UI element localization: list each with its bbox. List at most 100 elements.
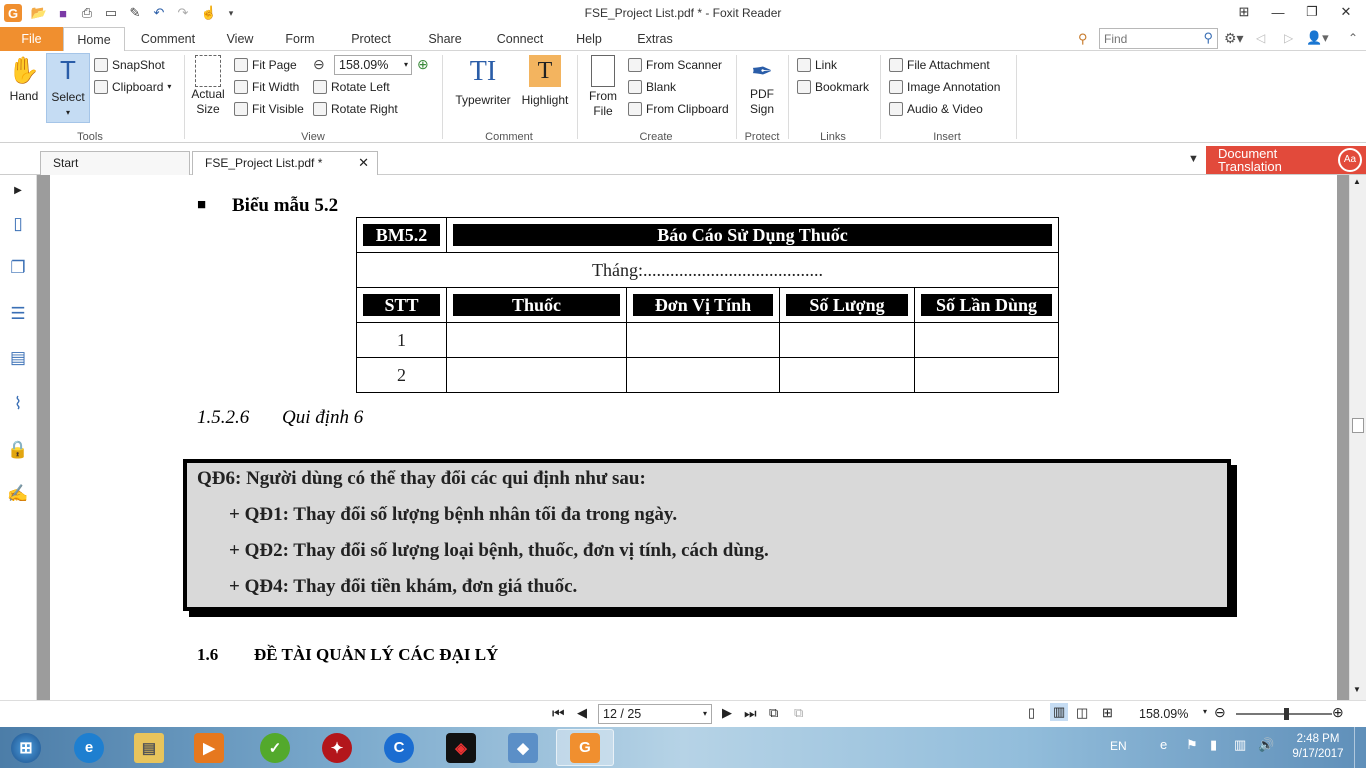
select-cursor-icon: T <box>60 55 76 85</box>
hand-icon: ✋ <box>7 55 41 85</box>
close-button[interactable]: ✕ <box>1334 2 1358 22</box>
tray-app-icon[interactable]: e <box>1160 737 1167 752</box>
tab-share[interactable]: Share <box>418 27 472 51</box>
tray-flag-icon[interactable]: ⚑ <box>1186 737 1198 753</box>
taskbar-internet-explorer[interactable]: e <box>60 729 118 766</box>
comments-panel-icon[interactable]: ▤ <box>7 347 29 369</box>
zoom-menu-icon[interactable]: ▾ <box>1203 707 1207 716</box>
taskbar-app-2[interactable]: ✦ <box>308 729 366 766</box>
scroll-down-icon[interactable]: ▼ <box>1353 685 1361 694</box>
vertical-scrollbar[interactable]: ▲ ▼ <box>1349 175 1366 700</box>
rotate-left-button[interactable]: Rotate Left <box>313 77 390 97</box>
search-options-icon[interactable]: ⚲ <box>1078 31 1088 47</box>
tab-help[interactable]: Help <box>566 27 612 51</box>
collapse-ribbon-icon[interactable]: ⌃ <box>1348 31 1358 45</box>
pdf-sign-button[interactable]: ✒ PDF Sign <box>742 55 782 117</box>
previous-page-icon[interactable]: ◀ <box>577 705 587 721</box>
from-scanner-button[interactable]: From Scanner <box>628 55 722 75</box>
signatures-panel-icon[interactable]: ✍ <box>7 483 29 505</box>
tab-start[interactable]: Start <box>40 151 190 175</box>
tab-view[interactable]: View <box>216 27 264 51</box>
tab-extras[interactable]: Extras <box>626 27 684 51</box>
hand-button[interactable]: ✋ Hand <box>4 55 44 104</box>
next-view-icon[interactable]: ⧉ <box>794 705 803 721</box>
single-page-icon[interactable]: ▯ <box>1028 705 1035 721</box>
bookmarks-panel-icon[interactable]: ▯ <box>7 213 29 235</box>
settings-gear-icon[interactable]: ⚙▾ <box>1224 30 1244 47</box>
minimize-button[interactable]: — <box>1266 2 1290 22</box>
tab-current-document[interactable]: FSE_Project List.pdf * ✕ <box>192 151 378 175</box>
tab-comment[interactable]: Comment <box>132 27 204 51</box>
tab-list-dropdown-icon[interactable]: ▼ <box>1188 153 1199 165</box>
scroll-up-icon[interactable]: ▲ <box>1353 177 1361 186</box>
language-indicator[interactable]: EN <box>1110 739 1127 753</box>
zoom-in-small-icon[interactable]: ⊕ <box>1332 704 1344 721</box>
zoom-out-icon[interactable]: ⊖ <box>313 56 325 73</box>
select-button[interactable]: T Select ▾ <box>46 53 90 123</box>
tab-file[interactable]: File <box>0 27 63 51</box>
find-input[interactable] <box>1100 29 1196 48</box>
restore-layout-icon[interactable]: ⊞ <box>1232 2 1256 22</box>
pages-panel-icon[interactable]: ❐ <box>7 257 29 279</box>
clipboard-button[interactable]: Clipboard ▾ <box>94 77 171 97</box>
close-tab-icon[interactable]: ✕ <box>358 152 369 174</box>
layers-panel-icon[interactable]: ☰ <box>7 303 29 325</box>
attachments-panel-icon[interactable]: ⌇ <box>7 393 29 415</box>
fit-page-button[interactable]: Fit Page <box>234 55 297 75</box>
tab-home[interactable]: Home <box>63 27 125 52</box>
file-attachment-button[interactable]: File Attachment <box>889 55 990 75</box>
zoom-out-small-icon[interactable]: ⊖ <box>1214 704 1226 721</box>
tab-protect[interactable]: Protect <box>340 27 402 51</box>
snapshot-button[interactable]: SnapShot <box>94 55 165 75</box>
previous-view-icon[interactable]: ⧉ <box>769 705 778 721</box>
typewriter-button[interactable]: TI Typewriter <box>450 55 516 108</box>
expand-panel-icon[interactable]: ▶ <box>7 179 29 201</box>
taskbar-app-1[interactable]: ✓ <box>246 729 304 766</box>
taskbar-file-explorer[interactable]: ▤ <box>120 729 178 766</box>
prev-result-icon[interactable]: ◁ <box>1256 31 1265 45</box>
audio-video-button[interactable]: Audio & Video <box>889 99 983 119</box>
tab-form[interactable]: Form <box>276 27 324 51</box>
fit-width-button[interactable]: Fit Width <box>234 77 299 97</box>
clock[interactable]: 2:48 PM 9/17/2017 <box>1290 732 1346 762</box>
user-account-icon[interactable]: 👤▾ <box>1306 30 1329 46</box>
taskbar-app-4[interactable]: ◈ <box>432 729 490 766</box>
last-page-icon[interactable]: ⏭ <box>744 705 757 722</box>
from-file-button[interactable]: From File <box>583 55 623 119</box>
first-page-icon[interactable]: ⏮ <box>552 705 565 722</box>
scroll-thumb[interactable] <box>1352 418 1364 433</box>
show-desktop-button[interactable] <box>1354 727 1366 768</box>
start-button[interactable]: ⊞ <box>0 729 52 766</box>
facing-page-icon[interactable]: ◫ <box>1076 705 1088 721</box>
from-clipboard-button[interactable]: From Clipboard <box>628 99 729 119</box>
fit-visible-button[interactable]: Fit Visible <box>234 99 304 119</box>
next-page-icon[interactable]: ▶ <box>722 705 732 721</box>
blank-button[interactable]: Blank <box>628 77 676 97</box>
taskbar-media-player[interactable]: ▶ <box>180 729 238 766</box>
highlight-button[interactable]: T Highlight <box>518 55 572 108</box>
continuous-page-icon[interactable]: ▥ <box>1050 703 1069 721</box>
zoom-select[interactable]: 158.09% ▾ <box>334 55 412 75</box>
next-result-icon[interactable]: ▷ <box>1284 31 1293 45</box>
network-icon[interactable]: ▥ <box>1234 737 1246 753</box>
find-field[interactable]: ⚲ <box>1099 28 1218 49</box>
page-number-input[interactable]: 12 / 25 ▾ <box>598 704 712 724</box>
taskbar-app-5[interactable]: ◆ <box>494 729 552 766</box>
tab-connect[interactable]: Connect <box>488 27 552 51</box>
security-lock-icon[interactable]: 🔒 <box>7 439 29 461</box>
tray-device-icon[interactable]: ▮ <box>1210 737 1217 753</box>
continuous-facing-icon[interactable]: ⊞ <box>1102 705 1113 721</box>
volume-icon[interactable]: 🔊 <box>1258 737 1274 753</box>
zoom-in-icon[interactable]: ⊕ <box>417 56 429 73</box>
taskbar-app-3[interactable]: C <box>370 729 428 766</box>
taskbar-foxit-reader[interactable]: G <box>556 729 614 766</box>
actual-size-button[interactable]: Actual Size <box>188 55 228 117</box>
rotate-right-button[interactable]: Rotate Right <box>313 99 398 119</box>
image-annotation-button[interactable]: Image Annotation <box>889 77 1000 97</box>
link-button[interactable]: Link <box>797 55 837 75</box>
bookmark-button[interactable]: Bookmark <box>797 77 869 97</box>
maximize-button[interactable]: ❐ <box>1300 2 1324 22</box>
search-icon[interactable]: ⚲ <box>1203 30 1213 46</box>
document-translation-button[interactable]: Document Translation Aa <box>1206 146 1366 174</box>
zoom-slider-thumb[interactable] <box>1284 708 1289 720</box>
